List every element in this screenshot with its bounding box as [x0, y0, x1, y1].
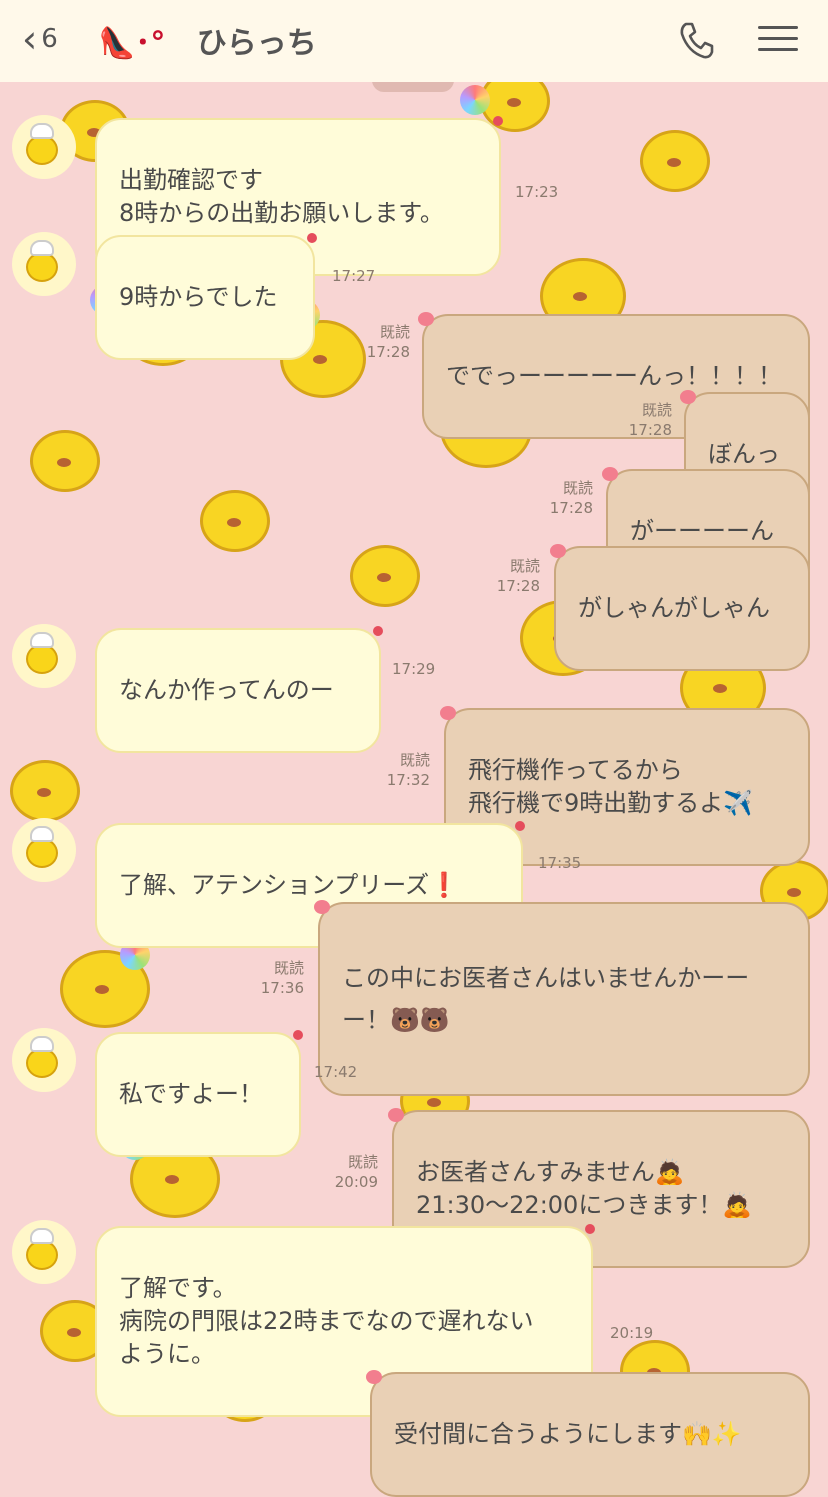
cherry-icon	[373, 626, 383, 636]
message-meta: 既読 17:28	[543, 478, 593, 518]
read-receipt: 既読	[347, 1153, 378, 1171]
message-text: がーーーーん	[630, 517, 774, 545]
cherry-icon	[388, 1108, 404, 1122]
message-text: ぼんっ	[708, 440, 780, 468]
chat-header: ‹ 6 👠･° ひらっち	[0, 0, 828, 82]
message-time: 17:29	[392, 660, 436, 678]
message-bubble-out[interactable]: 受付間に合うようにします🙌✨	[366, 1370, 810, 1497]
message-time: 17:36	[260, 979, 304, 997]
message-time: 17:32	[386, 771, 430, 789]
message-text: 9時からでした	[119, 283, 278, 311]
message-time: 20:19	[610, 1324, 654, 1342]
message-meta: 既読 17:32	[380, 750, 430, 790]
message-text: 受付間に合うようにします🙌✨	[394, 1420, 742, 1448]
background-chick	[200, 490, 270, 552]
message-meta: 既読 17:28	[622, 400, 672, 440]
cherry-icon	[314, 900, 330, 914]
message-meta: 既読 17:36	[254, 958, 304, 998]
background-chick	[640, 130, 710, 192]
cherry-icon	[680, 390, 696, 404]
message-bubble-in[interactable]: 9時からでした	[95, 233, 317, 360]
title-emoji: 👠･°	[98, 26, 166, 61]
message-text: 飛行機作ってるから 飛行機で9時出勤するよ✈️	[468, 756, 754, 817]
cherry-icon	[293, 1030, 303, 1040]
message-text: ででっーーーーーんっ！！！！	[446, 362, 782, 390]
read-receipt: 既読	[399, 751, 430, 769]
background-chick	[10, 760, 80, 822]
cherry-icon	[602, 467, 618, 481]
read-receipt: 既読	[509, 557, 540, 575]
message-time: 17:35	[538, 854, 582, 872]
background-chick	[30, 430, 100, 492]
avatar[interactable]	[12, 818, 76, 882]
message-time: 17:42	[314, 1063, 358, 1081]
message-time: 17:28	[628, 421, 672, 439]
message-time: 17:28	[496, 577, 540, 595]
read-receipt: 既読	[273, 959, 304, 977]
phone-icon[interactable]	[674, 18, 718, 62]
message-meta: 既読 17:28	[360, 322, 410, 362]
cherry-icon	[418, 312, 434, 326]
read-receipt: 既読	[379, 323, 410, 341]
background-chick	[350, 545, 420, 607]
message-time: 17:28	[549, 499, 593, 517]
message-time: 17:28	[366, 343, 410, 361]
message-bubble-out[interactable]: がしゃんがしゃん	[550, 544, 810, 671]
avatar[interactable]	[12, 232, 76, 296]
cherry-icon	[307, 233, 317, 243]
message-text: 私ですよー！	[119, 1080, 263, 1108]
cherry-icon	[493, 116, 503, 126]
back-button[interactable]: ‹ 6	[22, 20, 58, 58]
message-text: この中にお医者さんはいませんかーー ー！🐻🐻	[342, 964, 750, 1034]
message-meta: 既読 20:09	[328, 1152, 378, 1192]
message-text: 出勤確認です 8時からの出勤お願いします。	[119, 166, 444, 227]
menu-icon[interactable]	[758, 18, 798, 62]
avatar[interactable]	[12, 1220, 76, 1284]
message-text: なんか作ってんのー	[119, 676, 334, 704]
message-time: 17:27	[332, 267, 376, 285]
cherry-icon	[550, 544, 566, 558]
cherry-icon	[366, 1370, 382, 1384]
message-text: 了解、アテンションプリーズ❗	[119, 871, 459, 899]
chat-title[interactable]: 👠･° ひらっち	[98, 18, 317, 62]
cherry-icon	[515, 821, 525, 831]
read-receipt: 既読	[562, 479, 593, 497]
message-bubble-out[interactable]: この中にお医者さんはいませんかーー ー！🐻🐻	[314, 900, 810, 1096]
background-maraca	[460, 85, 490, 115]
cherry-icon	[585, 1224, 595, 1234]
read-receipt: 既読	[641, 401, 672, 419]
chevron-left-icon: ‹	[22, 17, 38, 61]
message-text: 了解です。 病院の門限は22時までなので遅れない ように。	[119, 1274, 534, 1368]
message-text: がしゃんがしゃん	[578, 594, 770, 622]
avatar[interactable]	[12, 1028, 76, 1092]
message-text: お医者さんすみません🙇 21:30〜22:00につきます！🙇	[416, 1158, 753, 1219]
cherry-icon	[440, 706, 456, 720]
message-bubble-in[interactable]: 私ですよー！	[95, 1030, 303, 1157]
message-meta: 既読 17:28	[490, 556, 540, 596]
avatar[interactable]	[12, 624, 76, 688]
message-time: 17:23	[515, 183, 559, 201]
chat-title-text: ひらっち	[196, 26, 317, 61]
message-bubble-in[interactable]: なんか作ってんのー	[95, 626, 383, 753]
unread-count: 6	[41, 24, 58, 54]
message-time: 20:09	[334, 1173, 378, 1191]
avatar[interactable]	[12, 115, 76, 179]
